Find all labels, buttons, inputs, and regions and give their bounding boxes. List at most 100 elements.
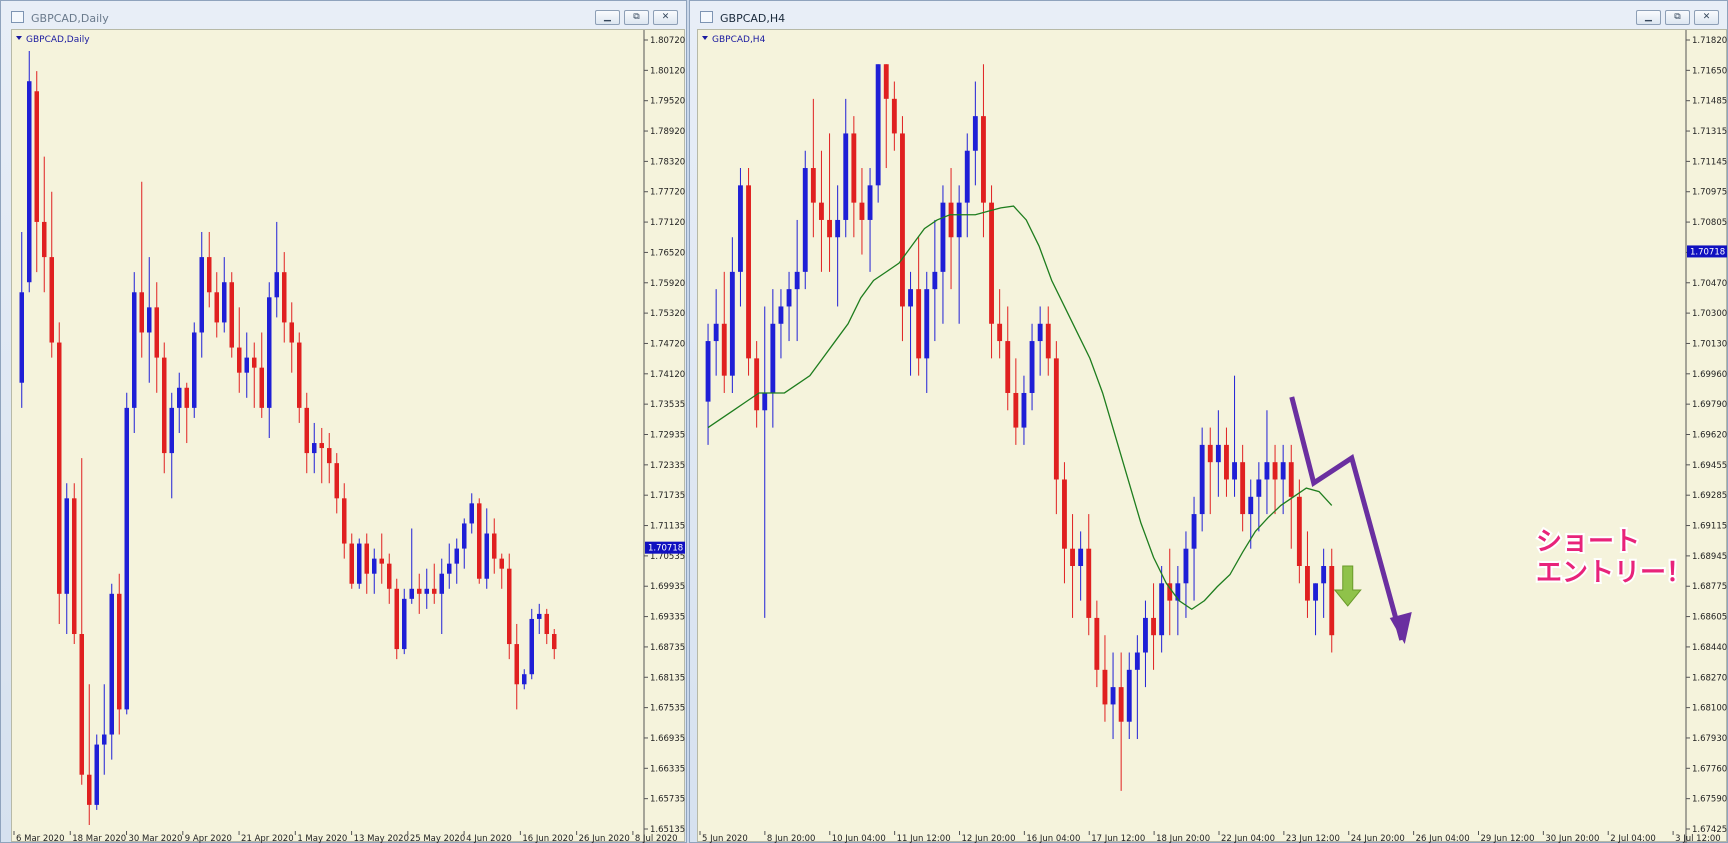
candle-body	[252, 357, 257, 368]
candle-body	[289, 322, 294, 343]
window-title: GBPCAD,H4	[720, 12, 786, 25]
x-tick-label: 25 May 2020	[410, 834, 465, 843]
chart-window-icon	[700, 11, 713, 23]
x-tick-label: 4 Jun 2020	[466, 834, 512, 843]
y-tick-label: 1.69115	[1692, 522, 1727, 532]
y-tick-label: 1.68270	[1692, 673, 1727, 683]
x-tick-label: 13 May 2020	[354, 834, 409, 843]
candle-body	[956, 202, 962, 238]
candle-body	[259, 367, 264, 408]
candle-body	[1313, 583, 1318, 601]
close-button[interactable]: ✕	[653, 10, 678, 25]
y-tick-label: 1.77120	[650, 218, 685, 228]
restore-button[interactable]: ⧉	[1665, 10, 1690, 25]
candle-body	[827, 219, 832, 238]
candle-body	[1280, 462, 1286, 480]
candle-body	[835, 219, 841, 238]
candle-body	[705, 341, 711, 402]
candle-body	[1207, 444, 1213, 463]
candle-body	[454, 548, 459, 564]
candle-body	[27, 81, 32, 283]
candle-body	[214, 292, 219, 323]
candle-body	[72, 498, 77, 635]
y-tick-label: 1.68945	[1692, 552, 1727, 562]
y-tick-label: 1.68100	[1692, 704, 1727, 714]
y-tick-label: 1.69960	[1692, 370, 1727, 380]
candle-body	[1143, 617, 1148, 653]
x-tick-label: 18 Jun 20:00	[1156, 834, 1210, 843]
candle-body	[297, 342, 302, 408]
y-tick-label: 1.70130	[1692, 339, 1727, 349]
candle-body	[1045, 323, 1051, 359]
daily-candlestick-chart[interactable]: GBPCAD,Daily 1.80720 1.80120 1.79520 1.78920…	[12, 30, 686, 843]
candle-body	[432, 588, 437, 594]
candle-body	[514, 644, 519, 685]
candle-body	[1134, 652, 1140, 670]
candle-body	[875, 64, 881, 186]
restore-button[interactable]: ⧉	[624, 10, 649, 25]
y-tick-label: 1.78920	[650, 127, 685, 137]
candle-body	[1240, 462, 1246, 515]
y-tick-label: 1.70805	[1692, 218, 1727, 228]
candle-body	[1329, 566, 1335, 636]
candle-body	[1086, 548, 1092, 618]
candle-body	[1078, 548, 1084, 566]
h4-chart-window[interactable]: GBPCAD,H4 ▁ ⧉ ✕ GBPCAD,H4 1.71820 1.71650 1…	[689, 0, 1728, 843]
h4-chart-plot[interactable]: GBPCAD,H4 1.71820 1.71650 1.71485 1.71315 1.7…	[697, 29, 1728, 843]
candle-body	[507, 568, 512, 645]
daily-chart-plot[interactable]: GBPCAD,Daily 1.80720 1.80120 1.79520 1.78920…	[11, 29, 686, 843]
candle-body	[64, 498, 69, 594]
candle-body	[49, 257, 54, 343]
y-tick-label: 1.68775	[1692, 582, 1727, 592]
candle-body	[184, 387, 189, 408]
candle-body	[1159, 583, 1165, 636]
x-tick-label: 29 Jun 12:00	[1480, 834, 1534, 843]
candle-body	[484, 533, 489, 579]
x-tick-label: 5 Jun 2020	[702, 834, 748, 843]
candle-body	[1151, 617, 1156, 636]
candle-body	[908, 289, 913, 307]
candle-body	[721, 323, 727, 376]
candle-body	[997, 323, 1003, 342]
candle-body	[1183, 548, 1189, 584]
candle-body	[1305, 566, 1310, 601]
candle-body	[357, 543, 362, 584]
candle-body	[319, 443, 324, 449]
chart-window-icon	[11, 11, 24, 23]
candle-body	[754, 358, 760, 411]
candle-body	[1224, 444, 1229, 480]
y-tick-label: 1.71485	[1692, 97, 1727, 107]
candle-body	[229, 282, 234, 348]
daily-chart-window[interactable]: GBPCAD,Daily ▁ ⧉ ✕ GBPCAD,Daily 1.80720 1.…	[0, 0, 687, 843]
y-tick-label: 1.77720	[650, 188, 685, 198]
y-tick-label: 1.69620	[1692, 431, 1727, 441]
candle-body	[244, 357, 249, 373]
minimize-button[interactable]: ▁	[595, 10, 620, 25]
candle-body	[1215, 444, 1221, 463]
close-button[interactable]: ✕	[1694, 10, 1719, 25]
candle-body	[87, 774, 92, 805]
y-tick-label: 1.68605	[1692, 613, 1727, 623]
candle-body	[843, 133, 849, 220]
y-tick-label: 1.72935	[650, 431, 685, 441]
x-tick-label: 17 Jun 12:00	[1091, 834, 1145, 843]
x-tick-label: 26 Jun 04:00	[1416, 834, 1470, 843]
candle-body	[738, 185, 743, 272]
candle-body	[349, 543, 354, 584]
candle-body	[1070, 548, 1075, 566]
y-tick-label: 1.69335	[650, 613, 685, 623]
x-tick-label: 9 Apr 2020	[185, 834, 232, 843]
x-tick-label: 2 Jul 04:00	[1610, 834, 1656, 843]
y-tick-label: 1.70470	[1692, 279, 1727, 289]
candle-body	[177, 387, 182, 408]
minimize-button[interactable]: ▁	[1636, 10, 1661, 25]
candle-body	[1062, 479, 1067, 549]
x-tick-label: 21 Apr 2020	[241, 834, 294, 843]
candle-body	[387, 563, 392, 589]
x-tick-label: 11 Jun 12:00	[897, 834, 951, 843]
candle-body	[924, 289, 930, 359]
candle-body	[537, 613, 542, 619]
h4-candlestick-chart[interactable]: GBPCAD,H4 1.71820 1.71650 1.71485 1.71315 1.7…	[698, 30, 1728, 843]
y-tick-label: 1.71820	[1692, 36, 1727, 46]
candle-body	[883, 64, 889, 99]
